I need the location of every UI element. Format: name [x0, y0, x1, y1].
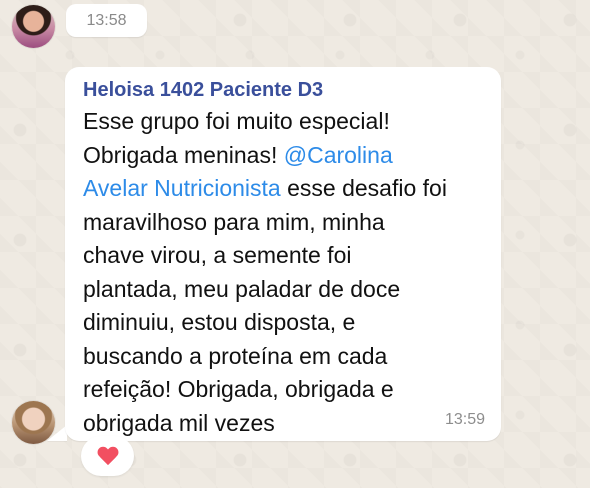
- message-text: Esse grupo foi muito especial! Obrigada …: [83, 105, 475, 440]
- message-line: buscando a proteína em cada: [83, 342, 388, 369]
- message-line: chave virou, a semente foi: [83, 242, 352, 268]
- mention-link[interactable]: @Carolina: [284, 142, 393, 168]
- message-time: 13:59: [444, 411, 485, 428]
- heart-icon: [97, 447, 119, 467]
- avatar[interactable]: [12, 5, 55, 48]
- timestamp-badge: 13:58: [66, 4, 147, 37]
- message-line: Avelar Nutricionista esse desafio foi: [83, 172, 475, 206]
- timestamp-text: 13:58: [86, 11, 127, 29]
- message-line: Obrigada meninas! @Carolina: [83, 139, 475, 173]
- message-line: plantada, meu paladar de doce: [83, 275, 401, 302]
- message-line-part: Obrigada meninas!: [83, 141, 278, 168]
- reaction-badge[interactable]: [81, 436, 134, 476]
- message-line-part: esse desafio foi: [280, 175, 447, 201]
- message-line: maravilhoso para mim, minha: [83, 208, 385, 235]
- message-line: diminuiu, estou disposta, e: [83, 309, 356, 335]
- message-line: refeição! Obrigada, obrigada e: [83, 376, 394, 402]
- message-line: obrigada mil vezes: [83, 409, 275, 436]
- message-line: Esse grupo foi muito especial!: [83, 108, 390, 134]
- message-sender[interactable]: Heloisa 1402 Paciente D3: [83, 77, 323, 103]
- mention-link[interactable]: Avelar Nutricionista: [83, 175, 281, 201]
- avatar[interactable]: [12, 401, 55, 444]
- message-bubble[interactable]: Heloisa 1402 Paciente D3 Esse grupo foi …: [65, 67, 501, 441]
